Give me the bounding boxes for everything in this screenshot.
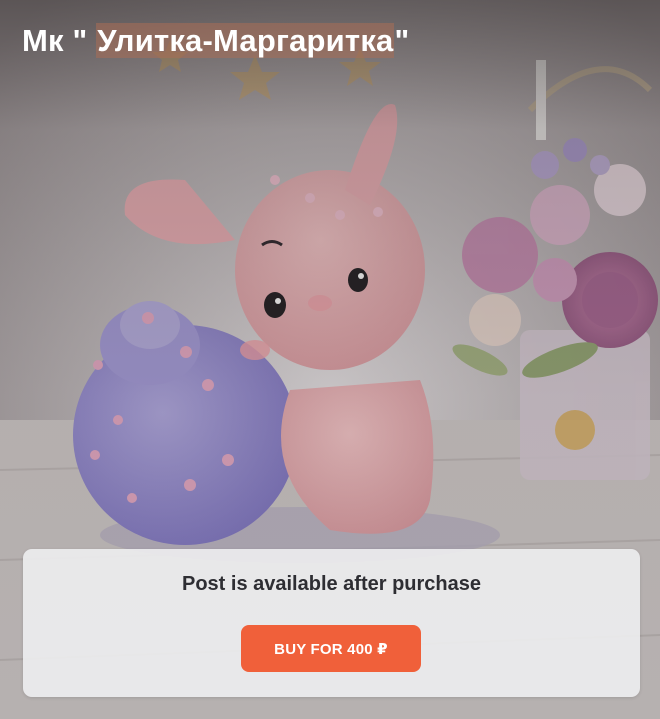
post-title-highlight: Улитка-Маргаритка (96, 23, 395, 58)
buy-button[interactable]: BUY FOR 400 ₽ (241, 625, 421, 672)
paywall-card: Post is available after purchase BUY FOR… (23, 549, 640, 697)
post-title-prefix: Мк " (22, 23, 97, 58)
locked-post: Мк " Улитка-Маргаритка" Post is availabl… (0, 0, 660, 719)
post-title: Мк " Улитка-Маргаритка" (22, 20, 409, 62)
paywall-message: Post is available after purchase (181, 573, 482, 595)
post-title-suffix: " (394, 23, 410, 58)
